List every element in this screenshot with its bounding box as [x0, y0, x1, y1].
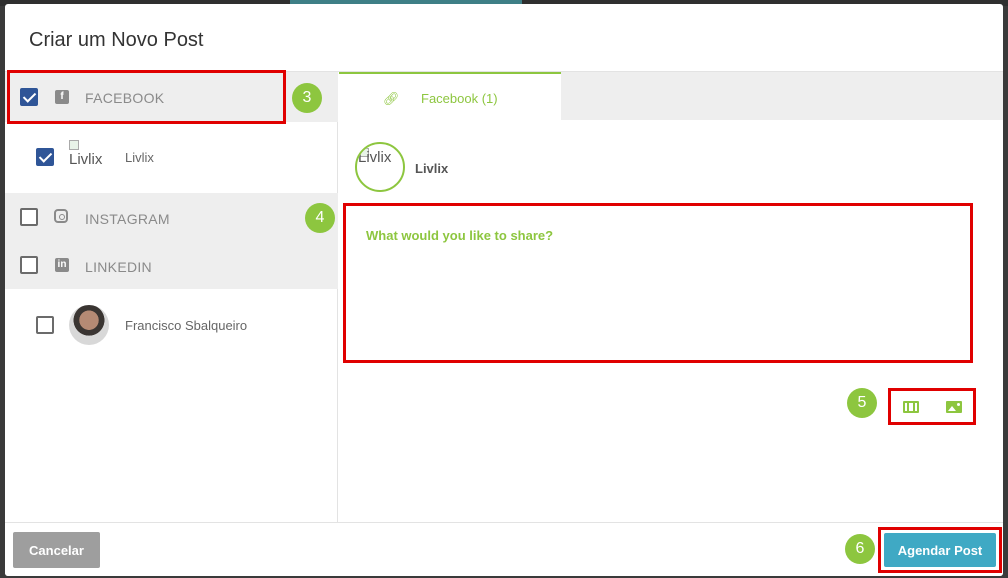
francisco-checkbox[interactable] [36, 316, 54, 334]
account-row-livlix[interactable]: Livlix Livlix [5, 122, 338, 193]
instagram-icon [54, 209, 68, 223]
link-icon: 🔗︎ [383, 91, 400, 106]
facebook-row-highlight [7, 70, 286, 124]
account-row-francisco[interactable]: Francisco Sbalqueiro [5, 289, 338, 361]
network-list: f FACEBOOK Livlix Livlix INSTAGRAM in LI… [5, 72, 338, 522]
livlix-checkbox[interactable] [36, 148, 54, 166]
schedule-button-highlight: Agendar Post [878, 527, 1002, 573]
livlix-avatar: Livlix [69, 140, 109, 180]
video-icon[interactable] [903, 401, 919, 413]
callout-badge-5: 5 [847, 388, 877, 418]
media-buttons-highlight [888, 388, 976, 425]
callout-badge-3: 3 [292, 83, 322, 113]
page-avatar: Livlix [355, 142, 405, 192]
account-label-francisco: Francisco Sbalqueiro [125, 318, 248, 333]
callout-badge-6: 6 [845, 534, 875, 564]
network-tabs: 🔗︎ Facebook (1) [339, 72, 1003, 120]
callout-badge-4: 4 [305, 203, 335, 233]
tab-facebook[interactable]: 🔗︎ Facebook (1) [339, 72, 561, 120]
post-composer-highlight [343, 203, 973, 363]
tab-facebook-label: Facebook (1) [421, 91, 498, 106]
francisco-avatar [69, 305, 109, 345]
network-row-linkedin[interactable]: in LINKEDIN [5, 241, 338, 289]
cancel-button[interactable]: Cancelar [13, 532, 100, 568]
linkedin-icon: in [55, 258, 69, 272]
modal-title: Criar um Novo Post [29, 29, 204, 51]
network-label-linkedin: LINKEDIN [85, 259, 152, 275]
image-icon[interactable] [946, 401, 962, 413]
page-name: Livlix [415, 161, 449, 176]
network-row-instagram[interactable]: INSTAGRAM [5, 193, 338, 241]
account-label-livlix: Livlix [125, 150, 154, 165]
schedule-post-button[interactable]: Agendar Post [884, 533, 996, 567]
modal-header: Criar um Novo Post [5, 4, 1003, 72]
instagram-checkbox[interactable] [20, 208, 38, 226]
create-post-modal: Criar um Novo Post f FACEBOOK Livlix Liv… [5, 4, 1003, 576]
linkedin-checkbox[interactable] [20, 256, 38, 274]
post-text-input[interactable] [346, 206, 970, 360]
composer-panel: 🔗︎ Facebook (1) Livlix Livlix [339, 72, 1003, 522]
network-label-instagram: INSTAGRAM [85, 211, 170, 227]
